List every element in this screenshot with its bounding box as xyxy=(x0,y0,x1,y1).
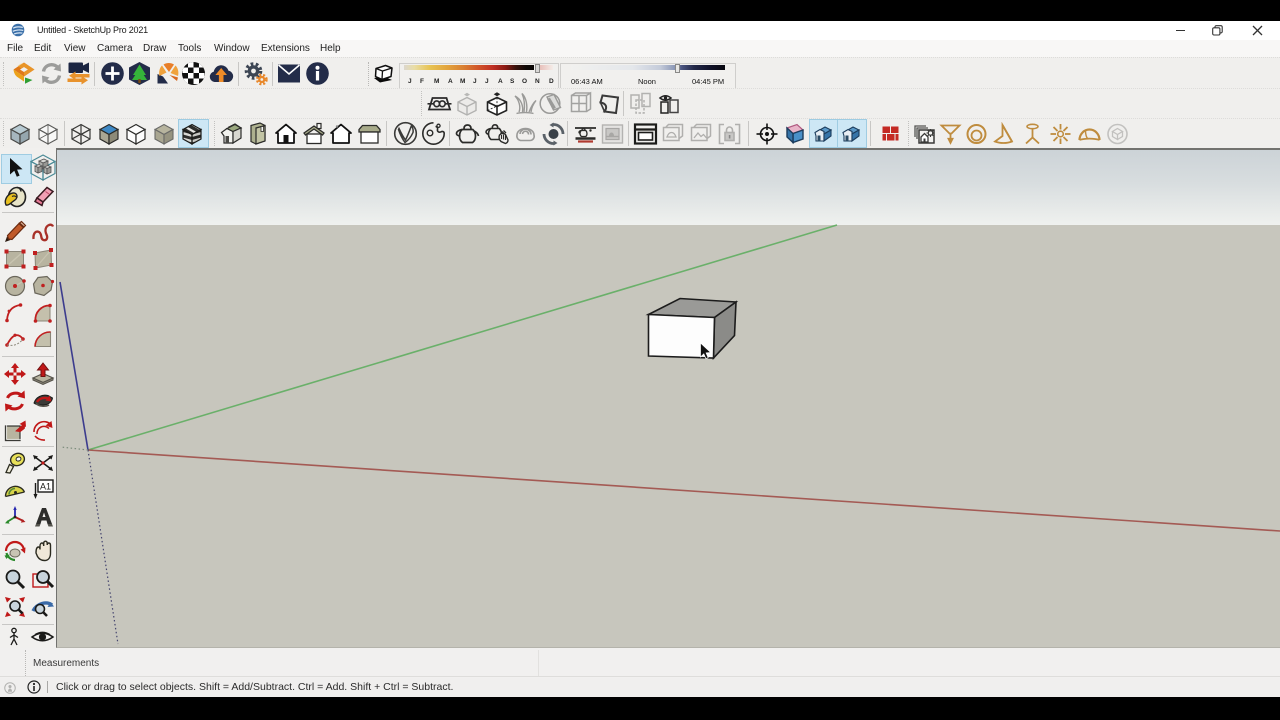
svg-text:A1: A1 xyxy=(40,482,51,492)
